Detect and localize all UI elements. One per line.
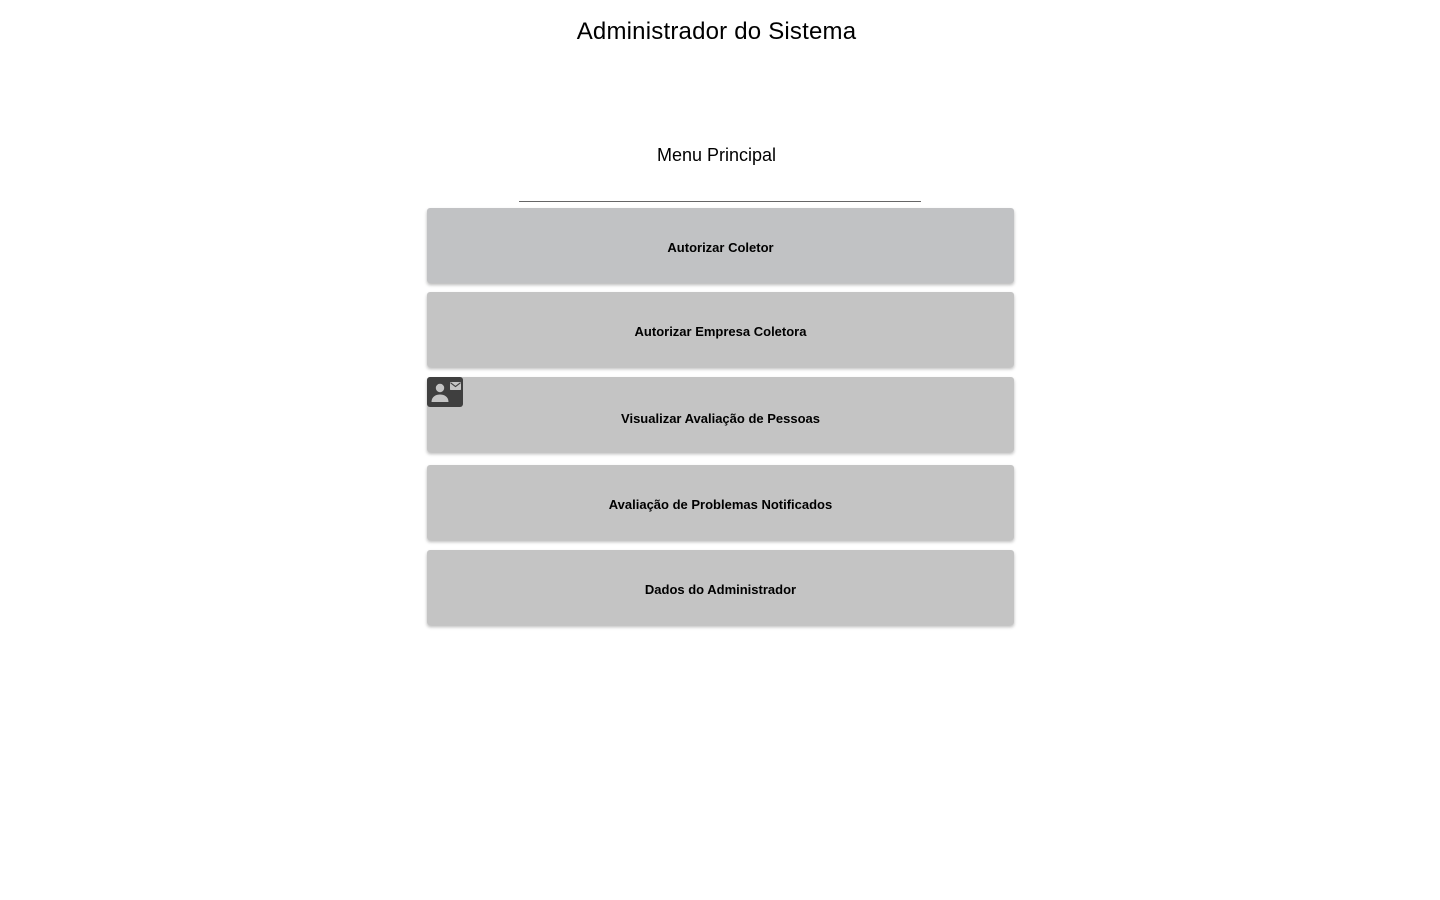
- admin-data-button[interactable]: Dados do Administrador: [427, 550, 1014, 625]
- notified-problems-evaluation-label: Avaliação de Problemas Notificados: [608, 497, 833, 512]
- admin-data-label: Dados do Administrador: [644, 582, 797, 597]
- authorize-collecting-company-button[interactable]: Autorizar Empresa Coletora: [427, 292, 1014, 367]
- view-people-evaluation-label: Visualizar Avaliação de Pessoas: [621, 411, 820, 426]
- menu-title: Menu Principal: [656, 145, 777, 165]
- page-title: Administrador do Sistema: [576, 18, 857, 45]
- admin-page: Administrador do Sistema Menu Principal …: [0, 0, 1440, 900]
- authorize-collector-button[interactable]: Autorizar Coletor: [427, 208, 1014, 283]
- authorize-collector-label: Autorizar Coletor: [667, 240, 774, 255]
- view-people-evaluation-button[interactable]: Visualizar Avaliação de Pessoas: [427, 377, 1014, 452]
- authorize-collecting-company-label: Autorizar Empresa Coletora: [634, 324, 807, 339]
- contact-mail-icon: [427, 377, 463, 407]
- menu-divider: [519, 201, 921, 202]
- notified-problems-evaluation-button[interactable]: Avaliação de Problemas Notificados: [427, 465, 1014, 540]
